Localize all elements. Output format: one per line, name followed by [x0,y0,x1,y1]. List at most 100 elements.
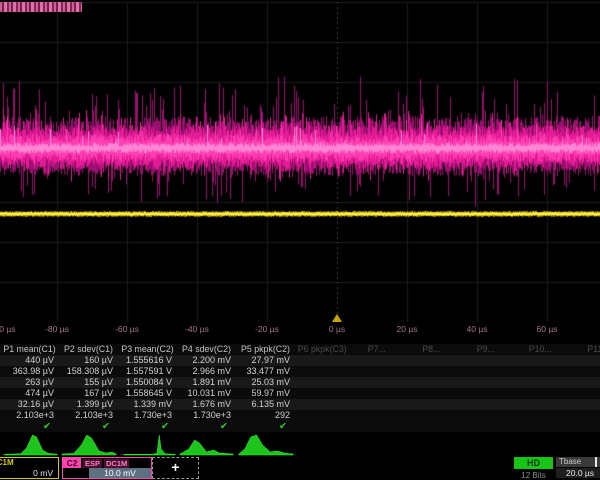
measurement-max-cell [404,388,459,399]
measurement-num-cell [404,410,459,421]
measurement-min-cell [350,377,405,388]
measurement-status-check [350,421,405,432]
measurement-sdev-cell: 32.16 µV [0,399,59,410]
measurement-status-check [404,421,459,432]
timebase-value: 20.0 µs [556,468,600,478]
measurement-sdev-cell: 1.676 mV [177,399,236,410]
measurement-num-cell: 2.103e+3 [59,410,118,421]
channel-c2-tab[interactable]: C2 [63,458,81,468]
measurement-max-cell [513,388,568,399]
measurement-value-cell: 27.97 mV [236,355,295,366]
measurement-max-cell [459,388,514,399]
measurement-table: P1 mean(C1)P2 sdev(C1)P3 mean(C2)P4 sdev… [0,344,600,432]
measurement-status-check [568,421,600,432]
channel-c1-volts-per-div: 0 mV [0,468,58,478]
channel-c1-coupling-label: DC1M [0,458,14,468]
measurement-sdev-cell [350,399,405,410]
waveform-display-grid[interactable] [0,0,600,322]
measurement-value-cell [295,355,350,366]
measurement-max-cell [568,388,600,399]
measurement-value-cell: 440 µV [0,355,59,366]
measurement-value-cell: 160 µV [59,355,118,366]
measurement-status-check [513,421,568,432]
measurement-mean-cell [404,366,459,377]
measurement-mean-cell [459,366,514,377]
measurement-max-cell: 1.558645 V [118,388,177,399]
measurement-header-4[interactable]: P4 sdev(C2) [177,344,236,355]
measurement-min-cell: 263 µV [0,377,59,388]
measurement-num-cell: 292 [236,410,295,421]
measurement-mean-cell: 33.477 mV [236,366,295,377]
measurement-num-cell: 1.730e+3 [177,410,236,421]
measurement-mean-cell [350,366,405,377]
measurement-histicon-strip [0,431,295,456]
hd-mode-badge[interactable]: HD [514,457,553,469]
measurement-header-7[interactable]: P7... [350,344,405,355]
measurement-mean-cell: 363.98 µV [0,366,59,377]
add-trace-button[interactable]: + [152,457,199,479]
measurement-header-5[interactable]: P5 pkpk(C2) [236,344,295,355]
time-axis-label: 60 µs [537,324,558,334]
measurement-histogram-icon-2[interactable] [59,431,118,456]
measurement-histogram-icon-4[interactable] [177,431,236,456]
time-axis-label: -60 µs [115,324,139,334]
measurement-header-10[interactable]: P10... [513,344,568,355]
measurement-mean-cell: 2.966 mV [177,366,236,377]
measurement-min-cell: 1.891 mV [177,377,236,388]
measurement-min-cell [459,377,514,388]
measurement-histogram-icon-5[interactable] [236,431,295,456]
timebase-descriptor-box[interactable]: Tbase 20.0 µs [556,457,600,478]
channel-c2-descriptor-box[interactable]: C2 ESP DC1M 10.0 mV [62,457,152,479]
measurement-sdev-cell [513,399,568,410]
screen-edge-divider [595,457,597,467]
channel-c1-descriptor-box[interactable]: C1 DC1M 0 mV [0,457,59,479]
measurement-status-check [295,421,350,432]
measurement-sdev-cell [568,399,600,410]
measurement-histogram-icon-1[interactable] [0,431,59,456]
measurement-max-cell: 474 µV [0,388,59,399]
measurement-max-cell [350,388,405,399]
measurement-min-cell [295,377,350,388]
measurement-sdev-cell [295,399,350,410]
measurement-sdev-cell [404,399,459,410]
measurement-min-cell: 155 µV [59,377,118,388]
channel-c2-coupling-label: DC1M [104,459,129,468]
measurement-histogram-icon-3[interactable] [118,431,177,456]
measurement-header-11[interactable]: P11 [568,344,600,355]
measurement-value-cell [404,355,459,366]
measurement-status-check [459,421,514,432]
measurement-header-8[interactable]: P8... [404,344,459,355]
measurement-mean-cell [513,366,568,377]
time-axis-label: 20 µs [397,324,418,334]
timebase-title: Tbase [556,457,600,467]
measurement-header-6[interactable]: P6 pkpk(C3) [295,344,350,355]
measurement-sdev-cell: 6.135 mV [236,399,295,410]
descriptor-bar: C1 DC1M 0 mV C2 ESP DC1M 10.0 mV + HD 12… [0,457,600,480]
measurement-max-cell: 59.97 mV [236,388,295,399]
measurement-header-3[interactable]: P3 mean(C2) [118,344,177,355]
measurement-num-cell [350,410,405,421]
measurement-mean-cell [295,366,350,377]
corner-trace-badge [0,2,82,12]
measurement-header-1[interactable]: P1 mean(C1) [0,344,59,355]
channel-c2-esp-flag: ESP [83,459,102,468]
measurement-min-cell [568,377,600,388]
time-axis-label: -20 µs [255,324,279,334]
measurement-mean-cell: 158.308 µV [59,366,118,377]
channel-c2-volts-per-div: 10.0 mV [89,468,151,478]
measurement-header-9[interactable]: P9... [459,344,514,355]
measurement-sdev-cell: 1.399 µV [59,399,118,410]
measurement-value-cell [350,355,405,366]
measurement-header-2[interactable]: P2 sdev(C1) [59,344,118,355]
trigger-position-marker[interactable] [332,314,342,322]
resolution-bits-label: 12 Bits [511,471,556,480]
measurement-max-cell [295,388,350,399]
measurement-num-cell [295,410,350,421]
measurement-max-cell: 10.031 mV [177,388,236,399]
measurement-mean-cell [568,366,600,377]
time-axis-label: -100 µs [0,324,16,334]
measurement-value-cell [568,355,600,366]
measurement-value-cell: 1.555616 V [118,355,177,366]
measurement-num-cell: 2.103e+3 [0,410,59,421]
measurement-min-cell [513,377,568,388]
